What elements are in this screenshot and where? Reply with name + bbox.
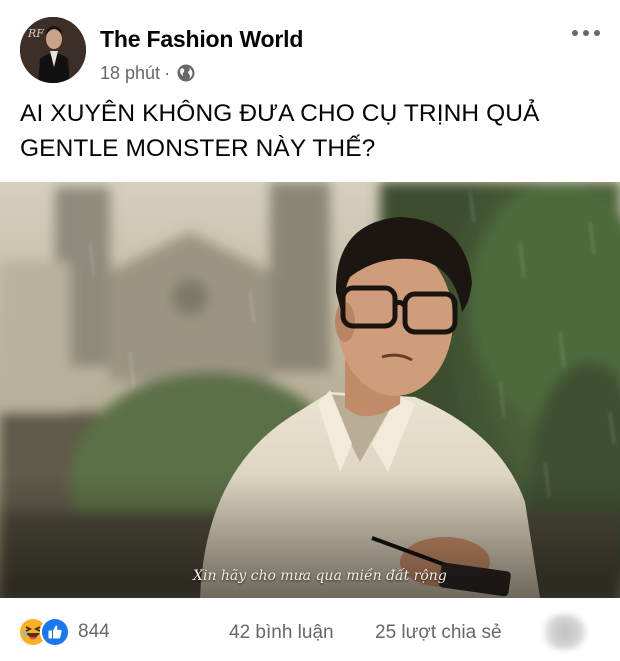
blurred-avatar [540,614,590,650]
more-dot [594,30,600,36]
page-avatar[interactable]: RF [20,17,86,83]
page-name[interactable]: The Fashion World [100,26,303,53]
caption-line: GENTLE MONSTER NÀY THẾ? [20,135,376,162]
comments-count-link[interactable]: 42 bình luận [229,622,334,644]
post-caption: AI XUYÊN KHÔNG ĐƯA CHO CỤ TRỊNH QUẢ GENT… [20,96,600,166]
video-subtitle: Xin hãy cho mưa qua miền đất rộng [193,568,447,584]
meta-separator: · [164,62,171,83]
post-meta: 18 phút · [100,62,196,84]
post-time[interactable]: 18 phút [100,63,160,84]
caption-line: AI XUYÊN KHÔNG ĐƯA CHO CỤ TRỊNH QUẢ [20,100,540,127]
globe-icon [176,63,196,83]
more-horizontal-icon [572,30,578,36]
post-photo[interactable]: Xin hãy cho mưa qua miền đất rộng [0,182,620,598]
movie-still-image [0,182,620,598]
more-dot [583,30,589,36]
post-footer: 844 42 bình luận 25 lượt chia sẻ [0,598,620,661]
avatar-image: RF [20,17,86,83]
svg-text:RF: RF [27,27,44,40]
more-options-button[interactable] [566,21,606,45]
reaction-count: 844 [78,621,110,642]
shares-count-link[interactable]: 25 lượt chia sẻ [375,622,502,644]
reactions-summary[interactable]: 844 [18,617,110,647]
like-reaction-icon [40,617,70,647]
post-card: RF The Fashion World 18 phút · AI XUYÊN … [0,0,620,661]
